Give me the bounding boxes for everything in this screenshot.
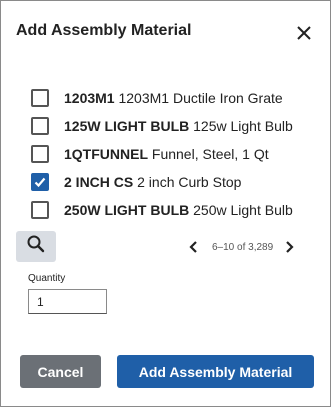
material-description: Funnel, Steel, 1 Qt [151, 146, 269, 162]
material-description: 125w Light Bulb [193, 118, 293, 134]
material-code: 125W LIGHT BULB [64, 118, 190, 134]
material-code: 1QTFUNNEL [64, 146, 148, 162]
material-label: 250W LIGHT BULB 250w Light Bulb [64, 202, 293, 218]
close-icon[interactable] [293, 22, 315, 44]
material-label: 1203M1 1203M1 Ductile Iron Grate [64, 90, 283, 106]
chevron-left-icon[interactable] [186, 237, 202, 257]
material-code: 1203M1 [64, 90, 115, 106]
material-checkbox[interactable] [31, 117, 49, 135]
material-code: 250W LIGHT BULB [64, 202, 190, 218]
material-label: 2 INCH CS 2 inch Curb Stop [64, 174, 241, 190]
add-assembly-material-dialog: Add Assembly Material 1203M1 1203M1 Duct… [0, 0, 331, 407]
search-icon [26, 234, 46, 259]
material-checkbox[interactable] [31, 201, 49, 219]
pagination-range: 6–10 of 3,289 [212, 241, 274, 253]
material-description: 1203M1 Ductile Iron Grate [118, 90, 283, 106]
material-checkbox[interactable] [31, 145, 49, 163]
material-item[interactable]: 1QTFUNNEL Funnel, Steel, 1 Qt [31, 140, 321, 168]
cancel-button[interactable]: Cancel [20, 355, 101, 388]
material-label: 1QTFUNNEL Funnel, Steel, 1 Qt [64, 146, 269, 162]
material-description: 2 inch Curb Stop [137, 174, 242, 190]
search-button[interactable] [16, 231, 56, 262]
material-label: 125W LIGHT BULB 125w Light Bulb [64, 118, 293, 134]
pagination: 6–10 of 3,289 [186, 237, 297, 257]
material-item[interactable]: 250W LIGHT BULB 250w Light Bulb [31, 196, 321, 224]
chevron-right-icon[interactable] [281, 237, 297, 257]
material-item[interactable]: 125W LIGHT BULB 125w Light Bulb [31, 112, 321, 140]
material-checkbox[interactable] [31, 89, 49, 107]
quantity-label: Quantity [28, 273, 66, 284]
quantity-input[interactable] [28, 289, 107, 314]
material-description: 250w Light Bulb [193, 202, 293, 218]
material-code: 2 INCH CS [64, 174, 134, 190]
material-item[interactable]: 1203M1 1203M1 Ductile Iron Grate [31, 84, 321, 112]
add-assembly-material-button[interactable]: Add Assembly Material [117, 355, 314, 388]
material-checkbox[interactable] [31, 173, 49, 191]
dialog-title: Add Assembly Material [16, 22, 192, 39]
material-item[interactable]: 2 INCH CS 2 inch Curb Stop [31, 168, 321, 196]
material-list: 1203M1 1203M1 Ductile Iron Grate 125W LI… [31, 84, 321, 224]
